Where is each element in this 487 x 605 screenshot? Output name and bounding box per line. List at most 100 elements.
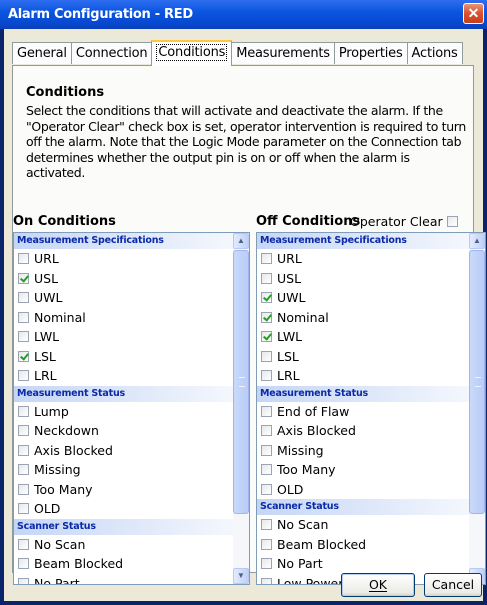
on-conditions-list[interactable]: Measurement Specifications URL USL UWL Nomin… xyxy=(13,232,250,585)
checkbox-icon[interactable] xyxy=(261,558,272,570)
condition-label: Nominal xyxy=(277,309,329,325)
checkbox-icon[interactable] xyxy=(261,577,272,584)
tab-label: Connection xyxy=(75,46,148,61)
condition-item[interactable]: Too Many xyxy=(257,460,469,480)
checkbox-icon[interactable] xyxy=(18,558,29,570)
tab-measurements[interactable]: Measurements xyxy=(231,42,335,64)
operator-clear-label: Operator Clear xyxy=(350,214,443,229)
tab-actions[interactable]: Actions xyxy=(406,42,463,64)
condition-item[interactable]: LSL xyxy=(257,347,469,367)
condition-item[interactable]: Axis Blocked xyxy=(257,421,469,441)
condition-label: No Scan xyxy=(277,517,329,533)
checkbox-icon[interactable] xyxy=(261,483,272,495)
condition-item[interactable]: URL xyxy=(257,249,469,269)
condition-item[interactable]: Missing xyxy=(14,460,233,480)
checkbox-icon[interactable] xyxy=(261,444,272,456)
checkbox-icon[interactable] xyxy=(18,425,29,437)
tab-general[interactable]: General xyxy=(12,42,72,64)
condition-item[interactable]: Nominal xyxy=(257,308,469,328)
checkbox-icon[interactable] xyxy=(18,370,29,382)
checkbox-icon[interactable] xyxy=(18,577,29,584)
checkbox-icon[interactable] xyxy=(261,405,272,417)
condition-item[interactable]: URL xyxy=(14,249,233,269)
condition-item[interactable]: No Part xyxy=(14,574,233,584)
tab-conditions[interactable]: Conditions xyxy=(151,40,233,66)
condition-item[interactable]: Beam Blocked xyxy=(257,535,469,555)
checkbox-icon[interactable] xyxy=(18,405,29,417)
condition-label: Nominal xyxy=(34,309,86,325)
condition-item[interactable]: OLD xyxy=(14,499,233,519)
checkbox-checked-icon[interactable] xyxy=(261,311,272,323)
condition-item[interactable]: LWL xyxy=(14,327,233,347)
off-conditions-list[interactable]: Measurement Specifications URL USL UWL Nomin… xyxy=(256,232,486,585)
condition-item[interactable]: Lump xyxy=(14,402,233,422)
checkbox-icon[interactable] xyxy=(18,311,29,323)
scroll-thumb[interactable] xyxy=(469,250,485,514)
condition-item[interactable]: UWL xyxy=(257,288,469,308)
condition-item[interactable]: LWL xyxy=(257,327,469,347)
condition-item[interactable]: LSL xyxy=(14,347,233,367)
condition-item[interactable]: Axis Blocked xyxy=(14,441,233,461)
checkbox-icon[interactable] xyxy=(18,253,29,265)
checkbox-checked-icon[interactable] xyxy=(18,350,29,362)
condition-item[interactable]: No Part xyxy=(257,554,469,574)
condition-label: No Part xyxy=(277,556,323,572)
condition-item[interactable]: Missing xyxy=(257,441,469,461)
checkbox-icon[interactable] xyxy=(18,331,29,343)
on-scrollbar[interactable]: ▲ ▼ xyxy=(233,233,249,584)
condition-item[interactable]: LRL xyxy=(14,366,233,386)
checkbox-icon[interactable] xyxy=(18,483,29,495)
operator-clear-checkbox[interactable]: Operator Clear xyxy=(350,214,463,229)
condition-item[interactable]: End of Flaw xyxy=(257,402,469,422)
scroll-down-icon[interactable]: ▼ xyxy=(233,568,249,584)
condition-item[interactable]: Nominal xyxy=(14,308,233,328)
cancel-button[interactable]: Cancel xyxy=(424,573,482,597)
checkbox-icon[interactable] xyxy=(261,253,272,265)
checkbox-icon[interactable] xyxy=(261,370,272,382)
checkbox-icon[interactable] xyxy=(18,292,29,304)
scroll-thumb[interactable] xyxy=(233,250,249,514)
checkbox-icon[interactable] xyxy=(18,464,29,476)
condition-item[interactable]: No Scan xyxy=(257,515,469,535)
condition-label: USL xyxy=(277,270,302,286)
off-scrollbar[interactable]: ▲ ▼ xyxy=(469,233,485,584)
checkbox-icon[interactable] xyxy=(261,519,272,531)
checkbox-icon[interactable] xyxy=(261,350,272,362)
condition-item[interactable]: Beam Blocked xyxy=(14,554,233,574)
checkbox-checked-icon[interactable] xyxy=(18,272,29,284)
group-header: Scanner Status xyxy=(257,499,469,515)
scroll-up-icon[interactable]: ▲ xyxy=(469,233,485,249)
condition-item[interactable]: Neckdown xyxy=(14,421,233,441)
checkbox-icon[interactable] xyxy=(261,272,272,284)
checkbox-icon[interactable] xyxy=(18,538,29,550)
checkbox-icon[interactable] xyxy=(18,503,29,515)
checkbox-icon[interactable] xyxy=(261,464,272,476)
checkbox-checked-icon[interactable] xyxy=(261,292,272,304)
title-bar[interactable]: Alarm Configuration - RED ✕ xyxy=(0,0,487,29)
condition-label: Axis Blocked xyxy=(277,423,356,439)
close-button[interactable]: ✕ xyxy=(463,3,484,24)
group-header: Scanner Status xyxy=(14,518,233,535)
condition-item[interactable]: OLD xyxy=(257,480,469,500)
checkbox-icon[interactable] xyxy=(446,216,458,227)
ok-button[interactable]: OK xyxy=(341,573,415,597)
condition-item[interactable]: USL xyxy=(257,269,469,289)
checkbox-checked-icon[interactable] xyxy=(261,331,272,343)
on-conditions-items: Measurement Specifications URL USL UWL Nomin… xyxy=(14,233,233,584)
checkbox-icon[interactable] xyxy=(18,444,29,456)
scroll-up-icon[interactable]: ▲ xyxy=(233,233,249,249)
tab-label: General xyxy=(17,46,67,61)
condition-item[interactable]: Too Many xyxy=(14,480,233,500)
condition-item[interactable]: UWL xyxy=(14,288,233,308)
tab-properties[interactable]: Properties xyxy=(333,42,408,64)
condition-label: URL xyxy=(277,251,302,267)
grip-icon xyxy=(475,377,481,387)
condition-item[interactable]: USL xyxy=(14,269,233,289)
condition-item[interactable]: No Scan xyxy=(14,535,233,555)
tab-label: Actions xyxy=(411,46,458,61)
checkbox-icon[interactable] xyxy=(261,538,272,550)
condition-item[interactable]: LRL xyxy=(257,366,469,386)
checkbox-icon[interactable] xyxy=(261,425,272,437)
tab-label: Conditions xyxy=(156,44,228,61)
tab-connection[interactable]: Connection xyxy=(70,42,153,64)
